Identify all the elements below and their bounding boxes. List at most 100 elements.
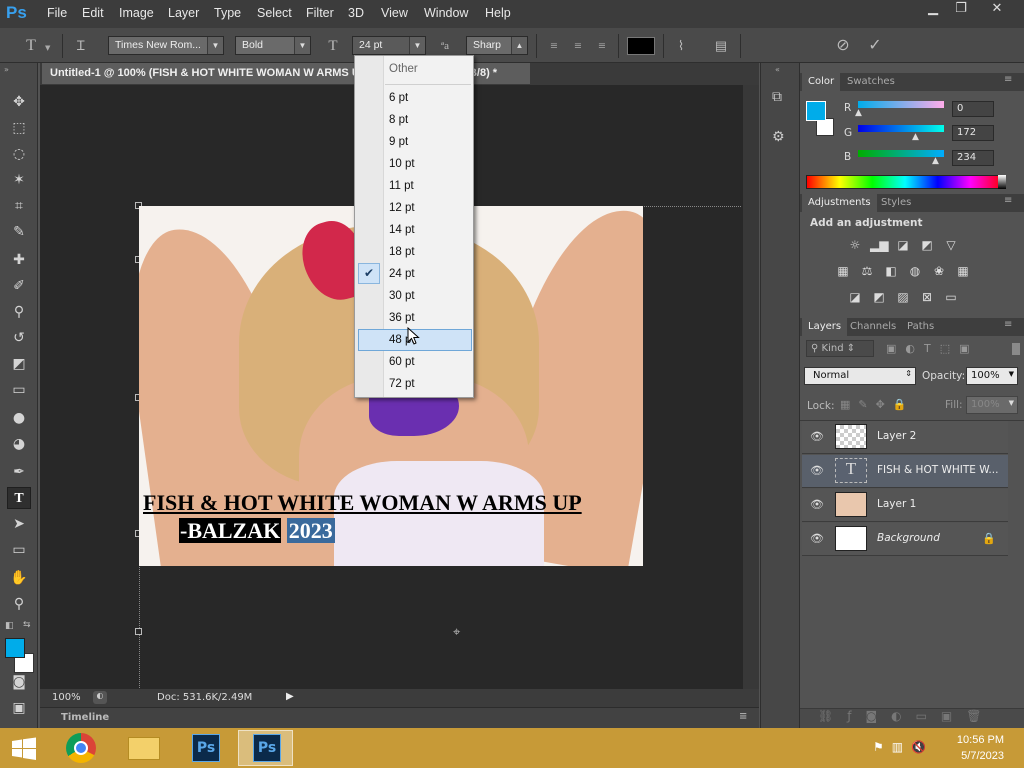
pen-tool-icon[interactable]: ✒ (7, 461, 31, 483)
tool-preset-arrow-icon[interactable]: ▼ (45, 44, 50, 52)
clone-stamp-tool-icon[interactable]: ⚲ (7, 301, 31, 323)
menu-window[interactable]: Window (424, 6, 468, 20)
history-brush-tool-icon[interactable]: ↺ (7, 327, 31, 349)
default-colors-icon[interactable]: ◧ (5, 621, 14, 631)
black-white-icon[interactable]: ◧ (882, 263, 900, 279)
layer-name[interactable]: Layer 1 (877, 498, 916, 510)
tab-layers[interactable]: Layers (802, 318, 848, 336)
g-slider-thumb[interactable]: ▲ (912, 132, 919, 142)
tab-paths[interactable]: Paths (907, 321, 934, 332)
align-center-icon[interactable]: ≡ (567, 36, 589, 56)
type-tool-icon[interactable]: T (7, 487, 31, 509)
dropdown-option[interactable]: 6 pt (389, 88, 471, 108)
layer-filter-icons[interactable]: ▣◐T⬚▣ (886, 342, 979, 355)
hand-tool-icon[interactable]: ✋ (7, 567, 31, 589)
crop-tool-icon[interactable]: ⌗ (7, 195, 31, 217)
clock-time[interactable]: 10:56 PM (957, 734, 1004, 746)
g-slider[interactable] (858, 125, 944, 132)
commit-icon[interactable]: ✓ (864, 36, 886, 56)
healing-brush-tool-icon[interactable]: ✚ (7, 249, 31, 271)
threshold-icon[interactable]: ▨ (894, 289, 912, 305)
visibility-eye-icon[interactable]: 👁 (810, 464, 824, 477)
transform-handle[interactable] (135, 628, 142, 635)
r-slider[interactable] (858, 101, 944, 108)
font-family-select[interactable]: Times New Rom... ▼ (108, 36, 224, 55)
r-slider-thumb[interactable]: ▲ (855, 108, 862, 118)
g-value[interactable]: 172 (952, 125, 994, 141)
layers-panel-footer[interactable]: ⛓ƒ◙◐▭▣🗑 (800, 708, 1024, 728)
r-value[interactable]: 0 (952, 101, 994, 117)
history-panel-icon[interactable]: ⧉ (772, 89, 782, 105)
menu-image[interactable]: Image (119, 6, 154, 20)
menu-edit[interactable]: Edit (82, 6, 104, 20)
panel-menu-icon[interactable]: ≡ (1004, 74, 1012, 85)
posterize-icon[interactable]: ◩ (870, 289, 888, 305)
dropdown-option[interactable]: 8 pt (389, 110, 471, 130)
dropdown-option[interactable]: 72 pt (389, 374, 471, 394)
b-slider-thumb[interactable]: ▲ (932, 156, 939, 166)
menu-type[interactable]: Type (214, 6, 241, 20)
rectangle-tool-icon[interactable]: ▭ (7, 539, 31, 561)
panel-menu-icon[interactable]: ≡ (1004, 319, 1012, 330)
layer-name[interactable]: FISH & HOT WHITE W... (877, 464, 998, 476)
text-color-swatch[interactable] (627, 37, 655, 55)
hue-saturation-icon[interactable]: ▦ (834, 263, 852, 279)
collapse-icon[interactable]: » (4, 65, 9, 74)
color-spectrum-bar[interactable] (806, 175, 1004, 189)
menu-layer[interactable]: Layer (168, 6, 199, 20)
selective-color-icon[interactable]: ⊠ (918, 289, 936, 305)
tab-color[interactable]: Color (802, 73, 841, 91)
text-orientation-icon[interactable]: Ꮖ (70, 36, 92, 56)
color-lookup-icon[interactable]: ▦ (954, 263, 972, 279)
status-info-icon[interactable]: ◐ (93, 691, 107, 704)
magic-wand-tool-icon[interactable]: ✶ (7, 169, 31, 191)
dropdown-option[interactable]: 11 pt (389, 176, 471, 196)
layer-row-selected[interactable]: 👁 T FISH & HOT WHITE W... (802, 455, 1008, 488)
visibility-eye-icon[interactable]: 👁 (810, 498, 824, 511)
headline-text[interactable]: FISH & HOT WHITE WOMAN W ARMS UP (143, 490, 582, 516)
levels-icon[interactable]: ▂▆ (870, 237, 888, 253)
blend-mode-select[interactable]: Normal ⇕ (804, 367, 916, 385)
dropdown-option-checked[interactable]: 24 pt (389, 264, 471, 284)
invert-icon[interactable]: ◪ (846, 289, 864, 305)
filter-toggle[interactable] (1012, 343, 1020, 355)
visibility-eye-icon[interactable]: 👁 (810, 430, 824, 443)
black-white-ramp[interactable] (998, 175, 1006, 189)
dropdown-option-other[interactable]: Other (389, 59, 471, 79)
layer-name[interactable]: Background (877, 532, 940, 544)
menu-select[interactable]: Select (257, 6, 292, 20)
status-menu-arrow-icon[interactable]: ▶ (286, 691, 294, 702)
dropdown-option[interactable]: 30 pt (389, 286, 471, 306)
eraser-tool-icon[interactable]: ◩ (7, 353, 31, 375)
photoshop-taskbar-button[interactable]: Ps (178, 730, 233, 766)
swap-colors-icon[interactable]: ⇆ (23, 620, 31, 630)
layer-row[interactable]: 👁 Background 🔒 (802, 523, 1008, 556)
b-value[interactable]: 234 (952, 150, 994, 166)
vertical-scrollbar[interactable] (743, 85, 759, 689)
dodge-tool-icon[interactable]: ◕ (7, 433, 31, 455)
font-style-select[interactable]: Bold ▼ (235, 36, 311, 55)
zoom-level[interactable]: 100% (52, 692, 81, 703)
menu-view[interactable]: View (381, 6, 408, 20)
tab-swatches[interactable]: Swatches (847, 76, 895, 87)
lasso-tool-icon[interactable]: ◌ (7, 143, 31, 165)
fill-input[interactable]: 100% ▼ (966, 396, 1018, 414)
lock-icons[interactable]: ▦✎✥🔒 (840, 398, 915, 411)
layer-filter-kind[interactable]: ⚲ Kind ⇕ (806, 340, 874, 357)
tab-adjustments[interactable]: Adjustments (802, 194, 877, 212)
timeline-label[interactable]: Timeline (61, 712, 109, 723)
menu-help[interactable]: Help (485, 6, 511, 20)
system-tray-icons[interactable]: ⚑▥🔇 (873, 740, 934, 754)
subline-text[interactable]: -BALZAK 2023 (143, 518, 335, 544)
warp-text-icon[interactable]: ⌇ (670, 36, 692, 56)
zoom-tool-icon[interactable]: ⚲ (7, 593, 31, 615)
chrome-taskbar-button[interactable] (54, 730, 109, 766)
visibility-eye-icon[interactable]: 👁 (810, 532, 824, 545)
eyedropper-tool-icon[interactable]: ✎ (7, 221, 31, 243)
panel-menu-icon[interactable]: ≡ (739, 711, 747, 722)
quick-mask-icon[interactable]: ◙ (7, 671, 31, 693)
channel-mixer-icon[interactable]: ❀ (930, 263, 948, 279)
tab-channels[interactable]: Channels (850, 321, 896, 332)
layer-name[interactable]: Layer 2 (877, 430, 916, 442)
restore-button[interactable]: ❐ (946, 1, 976, 19)
